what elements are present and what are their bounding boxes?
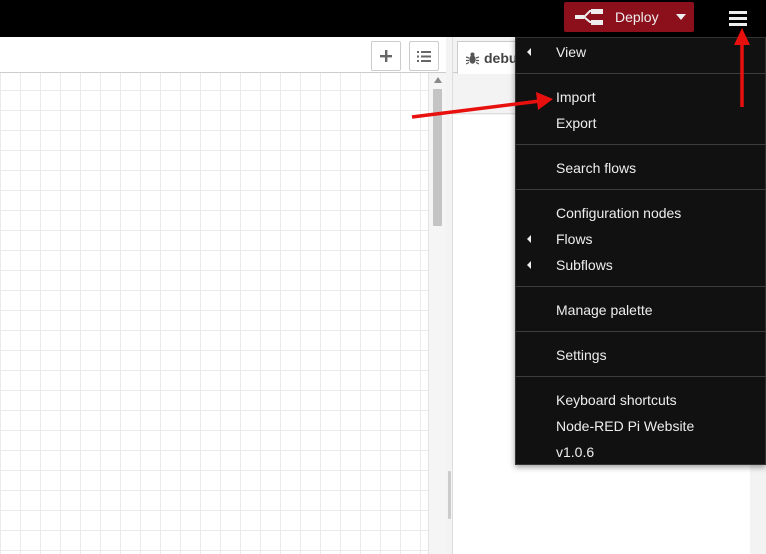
caret-down-icon — [675, 14, 686, 20]
workspace — [0, 37, 446, 554]
main-menu-button[interactable] — [720, 0, 756, 37]
menu-divider — [516, 331, 766, 332]
menu-item-view[interactable]: View — [516, 39, 766, 65]
menu-item-label: v1.0.6 — [556, 444, 595, 460]
canvas-vertical-scrollbar[interactable] — [428, 73, 446, 554]
menu-divider — [516, 286, 766, 287]
plus-icon — [380, 50, 392, 62]
add-flow-button[interactable] — [371, 41, 401, 71]
menu-item-website[interactable]: Node-RED Pi Website — [516, 413, 766, 439]
menu-divider — [516, 144, 766, 145]
submenu-caret-icon — [527, 235, 531, 243]
menu-divider — [516, 189, 766, 190]
deploy-button[interactable]: Deploy — [564, 2, 694, 32]
scroll-up-icon[interactable] — [434, 77, 442, 83]
menu-item-flows[interactable]: Flows — [516, 226, 766, 252]
deploy-main[interactable]: Deploy — [564, 2, 667, 32]
sidebar-splitter[interactable] — [446, 37, 453, 554]
menu-divider — [516, 376, 766, 377]
menu-item-manage-palette[interactable]: Manage palette — [516, 297, 766, 323]
workspace-tab-bar — [0, 37, 446, 73]
header-bar: Deploy — [0, 0, 766, 37]
menu-item-label: Settings — [556, 347, 607, 363]
deploy-label: Deploy — [615, 9, 659, 25]
list-icon — [417, 50, 431, 62]
menu-item-label: Flows — [556, 231, 593, 247]
deploy-options-button[interactable] — [667, 2, 694, 32]
menu-item-settings[interactable]: Settings — [516, 342, 766, 368]
deploy-icon — [575, 9, 603, 25]
menu-item-label: Keyboard shortcuts — [556, 392, 677, 408]
splitter-grip[interactable] — [448, 471, 451, 519]
menu-item-subflows[interactable]: Subflows — [516, 252, 766, 278]
menu-item-version: v1.0.6 — [516, 439, 766, 465]
hamburger-icon — [729, 11, 747, 26]
menu-item-import[interactable]: Import — [516, 84, 766, 110]
menu-item-keyboard-shortcuts[interactable]: Keyboard shortcuts — [516, 387, 766, 413]
bug-icon — [466, 52, 479, 65]
main-menu-dropdown: View Import Export Search flows Configur… — [515, 37, 766, 465]
menu-item-label: View — [556, 44, 587, 60]
menu-divider — [516, 73, 766, 74]
list-flows-button[interactable] — [409, 41, 439, 71]
menu-item-label: Search flows — [556, 160, 637, 176]
submenu-caret-icon — [527, 48, 531, 56]
scrollbar-thumb[interactable] — [433, 89, 442, 226]
menu-item-label: Configuration nodes — [556, 205, 682, 221]
menu-item-label: Subflows — [556, 257, 613, 273]
menu-item-configuration-nodes[interactable]: Configuration nodes — [516, 200, 766, 226]
tab-debug-label: debu — [484, 50, 518, 66]
menu-item-label: Export — [556, 115, 597, 131]
menu-item-label: Node-RED Pi Website — [556, 418, 695, 434]
menu-item-label: Manage palette — [556, 302, 653, 318]
menu-item-search-flows[interactable]: Search flows — [516, 155, 766, 181]
flow-canvas[interactable] — [0, 73, 428, 554]
menu-item-label: Import — [556, 89, 596, 105]
menu-item-export[interactable]: Export — [516, 110, 766, 136]
submenu-caret-icon — [527, 261, 531, 269]
